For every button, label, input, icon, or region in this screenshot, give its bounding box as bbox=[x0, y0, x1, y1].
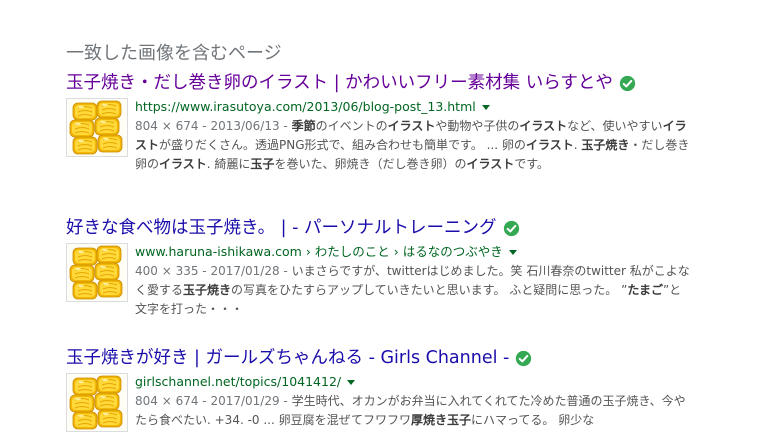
snippet-highlight: イラスト bbox=[525, 138, 574, 152]
result-url: girlschannel.net/topics/1041412/ bbox=[135, 374, 342, 389]
result-snippet: 400 × 335 - 2017/01/28 - いまさらですが、twitter… bbox=[135, 262, 690, 319]
result-info: 804 × 674 - 2017/01/29 - bbox=[135, 394, 292, 408]
snippet-text: が盛りだくさん。透過PNG形式で、組み合わせも簡単です。 ... 卵の bbox=[159, 138, 526, 152]
snippet-text: のイベントの bbox=[315, 119, 388, 133]
snippet-highlight: 厚焼き玉子 bbox=[410, 413, 471, 427]
result-url: https://www.irasutoya.com/2013/06/blog-p… bbox=[135, 99, 476, 114]
snippet-text: など、使いやすい bbox=[567, 119, 663, 133]
caret-down-icon[interactable] bbox=[347, 379, 356, 385]
snippet-highlight: 玉子焼き bbox=[183, 283, 232, 297]
result-thumbnail[interactable] bbox=[66, 98, 128, 157]
snippet-highlight: イラスト bbox=[387, 119, 436, 133]
check-circle-icon bbox=[619, 75, 636, 91]
snippet-text: にハマってる。 卵少な bbox=[471, 413, 595, 427]
snippet-highlight: 玉子 bbox=[250, 157, 275, 171]
result-snippet: 804 × 674 - 2013/06/13 - 季節のイベントのイラストや動物… bbox=[135, 117, 690, 174]
tamagoyaki-image bbox=[69, 100, 123, 155]
tamagoyaki-image bbox=[69, 245, 123, 300]
snippet-highlight: たまご bbox=[627, 283, 663, 297]
caret-down-icon[interactable] bbox=[481, 104, 490, 110]
result-info: 400 × 335 - 2017/01/28 - bbox=[135, 264, 292, 278]
result-info: 804 × 674 - 2013/06/13 - bbox=[135, 119, 292, 133]
caret-down-icon[interactable] bbox=[508, 249, 517, 255]
snippet-text: を巻いた、卵焼き（だし巻き卵）の bbox=[274, 157, 467, 171]
snippet-highlight: イラスト bbox=[519, 119, 568, 133]
tamagoyaki-image bbox=[69, 375, 123, 430]
section-heading: 一致した画像を含むページ bbox=[66, 43, 282, 64]
snippet-text: . 綺麗に bbox=[206, 157, 251, 171]
result-title-text: 好きな食べ物は玉子焼き。 | - パーソナルトレーニング bbox=[66, 218, 497, 238]
result-url: www.haruna-ishikawa.com › わたしのこと › はるなのつ… bbox=[135, 244, 503, 259]
search-result: 好きな食べ物は玉子焼き。 | - パーソナルトレーニング www.haruna-… bbox=[66, 216, 766, 319]
result-title-link[interactable]: 玉子焼きが好き | ガールズちゃんねる - Girls Channel - bbox=[66, 346, 766, 370]
search-result: 玉子焼きが好き | ガールズちゃんねる - Girls Channel - gi… bbox=[66, 346, 766, 432]
result-title-link[interactable]: 好きな食べ物は玉子焼き。 | - パーソナルトレーニング bbox=[66, 216, 766, 240]
snippet-highlight: 玉子焼き bbox=[581, 138, 630, 152]
snippet-highlight: イラスト bbox=[466, 157, 515, 171]
snippet-text: です。 bbox=[514, 157, 550, 171]
check-circle-icon bbox=[503, 220, 519, 236]
result-title-text: 玉子焼きが好き | ガールズちゃんねる - Girls Channel - bbox=[66, 348, 510, 368]
search-result: 玉子焼き・だし巻き卵のイラスト | かわいいフリー素材集 いらすとや https… bbox=[66, 71, 766, 174]
snippet-highlight: 季節 bbox=[291, 119, 316, 133]
result-snippet: 804 × 674 - 2017/01/29 - 学生時代、オカンがお弁当に入れ… bbox=[135, 392, 690, 430]
snippet-highlight: イラスト bbox=[159, 157, 207, 171]
snippet-text: や動物や子供の bbox=[435, 119, 520, 133]
result-title-link[interactable]: 玉子焼き・だし巻き卵のイラスト | かわいいフリー素材集 いらすとや bbox=[66, 71, 766, 95]
result-thumbnail[interactable] bbox=[66, 373, 128, 432]
snippet-text: の写真をひたすらアップしていきたいと思います。 ふと疑問に思った。 ” bbox=[231, 283, 628, 297]
result-thumbnail[interactable] bbox=[66, 243, 128, 302]
check-circle-icon bbox=[516, 350, 532, 366]
result-title-text: 玉子焼き・だし巻き卵のイラスト | かわいいフリー素材集 いらすとや bbox=[66, 73, 613, 93]
